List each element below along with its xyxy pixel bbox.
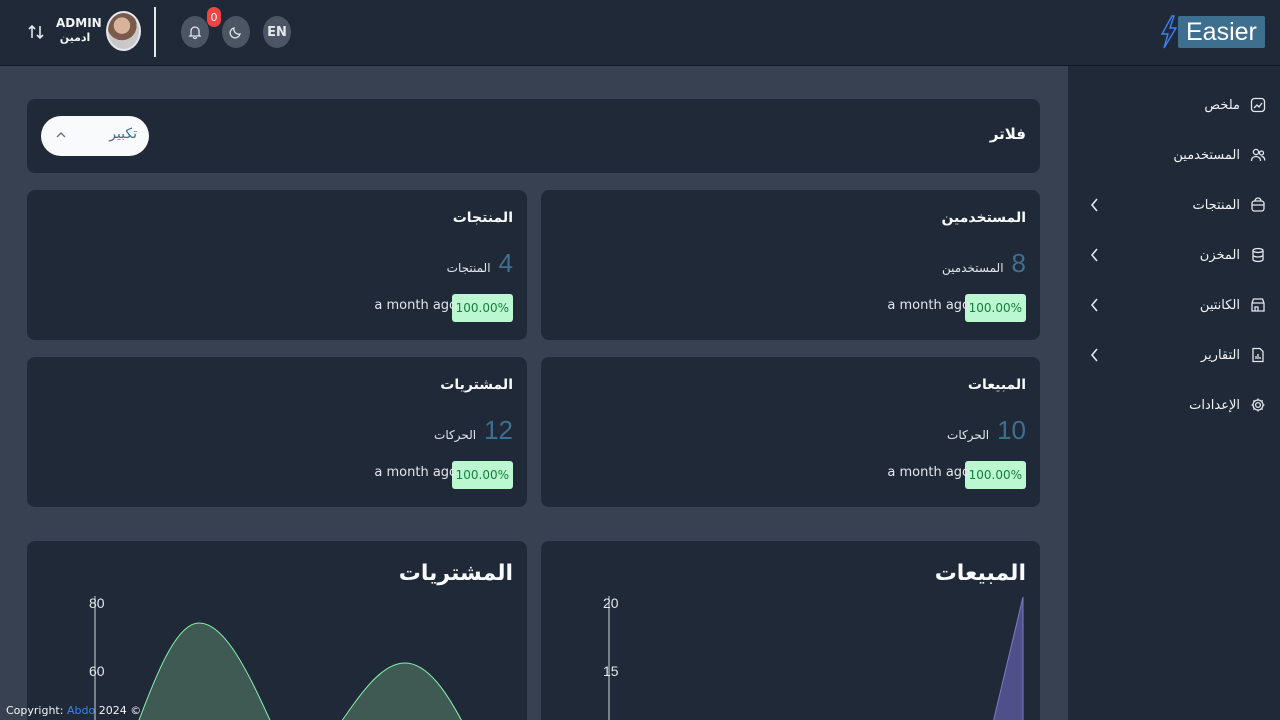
user-name: ADMIN [56,16,102,30]
footer-copyright: Copyright: Abdo 2024 © [6,704,141,717]
stat-title: المشتريات [440,377,513,393]
avatar[interactable] [106,11,141,51]
stat-card-purchases: المشتريات 12 الحركات 100.00% a month ago [27,357,527,507]
stat-percent-badge: 100.00% [964,294,1026,322]
stat-card-sales: المبيعات 10 الحركات 100.00% a month ago [541,357,1040,507]
y-tick-label: 20 [603,595,619,611]
sidebar-item-label: الكانتين [1199,297,1240,313]
stat-value: 8 [1011,248,1026,278]
sidebar-item-label: التقارير [1200,347,1240,363]
bolt-icon [1160,15,1178,49]
stat-label: المستخدمين [942,261,1004,275]
sidebar-item-summary[interactable]: ملخص [1078,90,1268,120]
stat-card-users: المستخدمين 8 المستخدمين 100.00% a month … [541,190,1040,340]
moon-icon [229,27,241,39]
bell-icon [188,26,202,39]
chevron-left-icon [1090,198,1098,212]
user-role: ادمين [59,31,91,44]
sales-chart: 20 15 [603,595,1024,720]
stat-label: المنتجات [446,261,491,275]
sidebar-item-label: المنتجات [1192,197,1240,213]
chevron-left-icon [1090,348,1098,362]
stat-value-row: 10 الحركات [947,415,1026,446]
stat-value: 4 [498,248,513,278]
notification-badge: 0 [207,7,221,27]
chevron-left-icon [1090,248,1098,262]
stat-title: المستخدمين [941,210,1026,226]
chart-line-icon [1248,95,1268,115]
chevron-up-icon [56,132,66,138]
stat-title: المبيعات [967,377,1026,393]
stat-value-row: 4 المنتجات [447,248,513,279]
stat-value-row: 8 المستخدمين [942,248,1026,279]
copyright-prefix: Copyright: [6,704,64,717]
report-icon [1248,345,1268,365]
copyright-suffix: 2024 © [98,704,142,717]
stat-value: 10 [997,415,1026,445]
purchases-area-2 [341,662,462,720]
stat-label: الحركات [434,428,477,442]
purchases-chart: 80 60 [89,595,462,720]
stat-value-row: 12 الحركات [434,415,513,446]
gear-icon [1248,395,1268,415]
stat-percent-badge: 100.00% [451,294,513,322]
y-tick-label: 15 [603,663,619,679]
chevron-left-icon [1090,298,1098,312]
stat-percent-badge: 100.00% [451,461,513,489]
bag-icon [1248,195,1268,215]
stat-value: 12 [484,415,513,445]
top-bar: ADMIN ادمين 0 EN Easier [0,0,1280,66]
logo-text: Easier [1178,16,1265,48]
zoom-select[interactable]: تكبير [41,116,149,156]
swap-arrows-icon[interactable] [26,22,46,42]
sidebar-item-warehouse[interactable]: المخزن [1078,240,1268,270]
sidebar-item-settings[interactable]: الإعدادات [1078,390,1268,420]
stat-percent-badge: 100.00% [964,461,1026,489]
logo[interactable]: Easier [1160,14,1265,50]
store-icon [1248,295,1268,315]
sidebar-item-canteen[interactable]: الكانتين [1078,290,1268,320]
filter-card: فلاتر تكبير [27,99,1040,173]
purchases-chart-card: المشتريات 80 60 [27,541,527,720]
author-link[interactable]: Abdo [67,704,95,717]
sales-area [993,596,1024,720]
stat-card-products: المنتجات 4 المنتجات 100.00% a month ago [27,190,527,340]
y-tick-label: 60 [89,663,105,679]
language-button[interactable]: EN [263,16,291,48]
sidebar-item-label: المخزن [1199,247,1240,263]
stat-time: a month ago [374,298,457,313]
dark-mode-toggle[interactable] [222,16,250,48]
sales-chart-card: المبيعات 20 15 [541,541,1040,720]
stat-time: a month ago [887,465,970,480]
y-tick-label: 80 [89,595,105,611]
sidebar-item-users[interactable]: المستخدمين [1078,140,1268,170]
stat-time: a month ago [887,298,970,313]
database-icon [1248,245,1268,265]
sidebar-item-products[interactable]: المنتجات [1078,190,1268,220]
user-info[interactable]: ADMIN ادمين [56,15,102,45]
sidebar-item-reports[interactable]: التقارير [1078,340,1268,370]
stat-time: a month ago [374,465,457,480]
divider [154,7,156,57]
filter-title: فلاتر [989,125,1026,143]
sidebar-item-label: ملخص [1204,97,1240,113]
users-icon [1248,145,1268,165]
sidebar-item-label: المستخدمين [1173,147,1240,163]
purchases-area-1 [138,622,271,720]
sidebar-item-label: الإعدادات [1189,397,1240,413]
sidebar: ملخص المستخدمين المنتجات المخزن الكانتين… [1068,66,1280,720]
notifications-button[interactable] [181,16,209,48]
zoom-select-value: تكبير [109,126,137,142]
stat-title: المنتجات [452,210,513,226]
stat-label: الحركات [947,428,990,442]
